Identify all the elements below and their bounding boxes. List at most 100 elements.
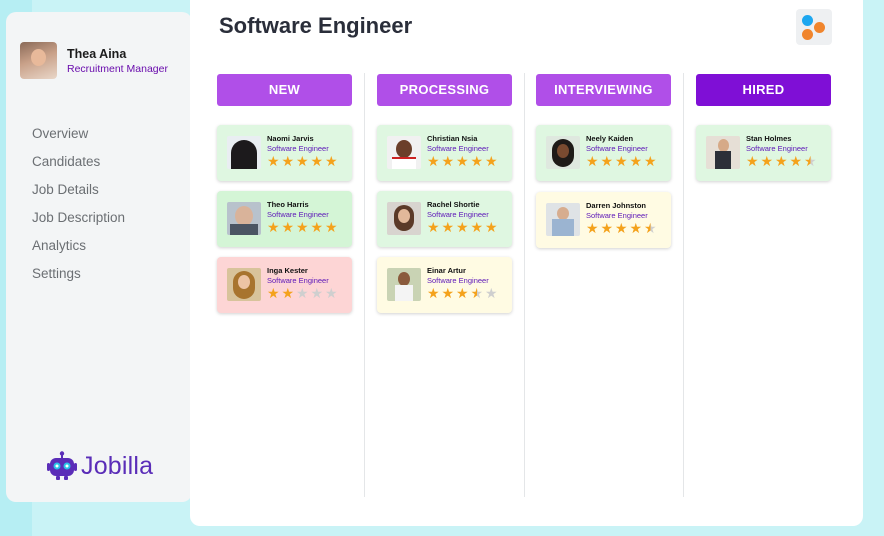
- star-half-icon: ★: [470, 286, 484, 302]
- candidate-card[interactable]: Theo Harris Software Engineer ★ ★ ★ ★ ★: [217, 191, 352, 247]
- candidate-role: Software Engineer: [746, 144, 808, 153]
- candidate-role: Software Engineer: [427, 144, 489, 153]
- candidate-card[interactable]: Naomi Jarvis Software Engineer ★ ★ ★ ★ ★: [217, 125, 352, 181]
- star-full-icon: ★: [789, 154, 803, 170]
- sidebar-item-settings[interactable]: Settings: [32, 260, 125, 288]
- star-full-icon: ★: [426, 154, 440, 170]
- sidebar-item-candidates[interactable]: Candidates: [32, 148, 125, 176]
- candidate-role: Software Engineer: [586, 211, 648, 220]
- page-title: Software Engineer: [219, 13, 413, 38]
- candidate-card[interactable]: Einar Artur Software Engineer ★ ★ ★ ★ ★: [377, 257, 512, 313]
- rating-stars: ★ ★ ★ ★ ★: [426, 287, 499, 301]
- brand-logo[interactable]: Jobilla: [46, 450, 153, 482]
- star-full-icon: ★: [455, 286, 469, 302]
- star-full-icon: ★: [266, 154, 280, 170]
- rating-stars: ★ ★ ★ ★ ★: [585, 222, 658, 236]
- column-header-interviewing[interactable]: INTERVIEWING: [536, 74, 671, 106]
- candidate-photo: [227, 202, 261, 235]
- candidate-name: Inga Kester: [267, 266, 308, 275]
- star-full-icon: ★: [324, 154, 338, 170]
- candidate-photo: [387, 202, 421, 235]
- candidate-photo: [227, 268, 261, 301]
- star-full-icon: ★: [295, 220, 309, 236]
- column-header-processing[interactable]: PROCESSING: [377, 74, 512, 106]
- star-full-icon: ★: [643, 154, 657, 170]
- candidate-photo: [546, 136, 580, 169]
- rating-stars: ★ ★ ★ ★ ★: [266, 221, 339, 235]
- star-full-icon: ★: [281, 286, 295, 302]
- user-role: Recruitment Manager: [67, 62, 168, 75]
- star-full-icon: ★: [266, 286, 280, 302]
- column-header-hired[interactable]: HIRED: [696, 74, 831, 106]
- robot-logo-icon: [46, 450, 78, 482]
- user-name: Thea Aina: [67, 46, 127, 61]
- sidebar-nav: Overview Candidates Job Details Job Desc…: [32, 120, 125, 288]
- candidate-photo: [387, 268, 421, 301]
- candidate-role: Software Engineer: [267, 276, 329, 285]
- star-full-icon: ★: [470, 154, 484, 170]
- star-full-icon: ★: [745, 154, 759, 170]
- star-empty-icon: ★: [310, 286, 324, 302]
- candidate-card[interactable]: Stan Holmes Software Engineer ★ ★ ★ ★ ★: [696, 125, 831, 181]
- candidate-role: Software Engineer: [427, 210, 489, 219]
- column-divider: [364, 73, 365, 497]
- candidate-name: Stan Holmes: [746, 134, 792, 143]
- sidebar-item-job-details[interactable]: Job Details: [32, 176, 125, 204]
- candidate-card[interactable]: Rachel Shortie Software Engineer ★ ★ ★ ★ ★: [377, 191, 512, 247]
- app-switcher-icon[interactable]: [796, 9, 832, 45]
- column-header-new[interactable]: NEW: [217, 74, 352, 106]
- candidate-name: Naomi Jarvis: [267, 134, 314, 143]
- candidate-role: Software Engineer: [427, 276, 489, 285]
- candidate-role: Software Engineer: [267, 144, 329, 153]
- candidate-name: Einar Artur: [427, 266, 466, 275]
- star-full-icon: ★: [455, 154, 469, 170]
- star-full-icon: ★: [266, 220, 280, 236]
- star-half-icon: ★: [803, 154, 817, 170]
- candidate-card[interactable]: Inga Kester Software Engineer ★ ★ ★ ★ ★: [217, 257, 352, 313]
- star-full-icon: ★: [629, 154, 643, 170]
- rating-stars: ★ ★ ★ ★ ★: [266, 155, 339, 169]
- candidate-photo: [706, 136, 740, 169]
- star-half-icon: ★: [643, 221, 657, 237]
- rating-stars: ★ ★ ★ ★ ★: [585, 155, 658, 169]
- star-full-icon: ★: [484, 220, 498, 236]
- candidate-name: Darren Johnston: [586, 201, 647, 210]
- avatar: [20, 42, 57, 79]
- star-full-icon: ★: [600, 221, 614, 237]
- main-panel: Software Engineer NEW PROCESSING INTERVI…: [190, 0, 863, 526]
- star-full-icon: ★: [310, 220, 324, 236]
- star-full-icon: ★: [295, 154, 309, 170]
- column-divider: [524, 73, 525, 497]
- rating-stars: ★ ★ ★ ★ ★: [745, 155, 818, 169]
- candidate-photo: [387, 136, 421, 169]
- candidate-role: Software Engineer: [267, 210, 329, 219]
- sidebar-item-analytics[interactable]: Analytics: [32, 232, 125, 260]
- star-empty-icon: ★: [484, 286, 498, 302]
- star-full-icon: ★: [310, 154, 324, 170]
- candidate-card[interactable]: Christian Nsia Software Engineer ★ ★ ★ ★ ★: [377, 125, 512, 181]
- star-full-icon: ★: [441, 220, 455, 236]
- star-full-icon: ★: [614, 154, 628, 170]
- column-divider: [683, 73, 684, 497]
- candidate-photo: [227, 136, 261, 169]
- star-full-icon: ★: [426, 286, 440, 302]
- sidebar-item-job-description[interactable]: Job Description: [32, 204, 125, 232]
- star-full-icon: ★: [629, 221, 643, 237]
- candidate-role: Software Engineer: [586, 144, 648, 153]
- star-empty-icon: ★: [324, 286, 338, 302]
- candidate-card[interactable]: Neely Kaiden Software Engineer ★ ★ ★ ★ ★: [536, 125, 671, 181]
- star-full-icon: ★: [324, 220, 338, 236]
- star-empty-icon: ★: [295, 286, 309, 302]
- star-full-icon: ★: [455, 220, 469, 236]
- candidate-card[interactable]: Darren Johnston Software Engineer ★ ★ ★ ★ ★: [536, 192, 671, 248]
- star-full-icon: ★: [774, 154, 788, 170]
- star-full-icon: ★: [281, 154, 295, 170]
- user-profile[interactable]: Thea Aina Recruitment Manager: [20, 42, 168, 79]
- sidebar: Thea Aina Recruitment Manager Overview C…: [6, 12, 192, 502]
- star-full-icon: ★: [600, 154, 614, 170]
- star-full-icon: ★: [441, 154, 455, 170]
- sidebar-item-overview[interactable]: Overview: [32, 120, 125, 148]
- candidate-name: Rachel Shortie: [427, 200, 480, 209]
- brand-name: Jobilla: [81, 451, 154, 480]
- star-full-icon: ★: [760, 154, 774, 170]
